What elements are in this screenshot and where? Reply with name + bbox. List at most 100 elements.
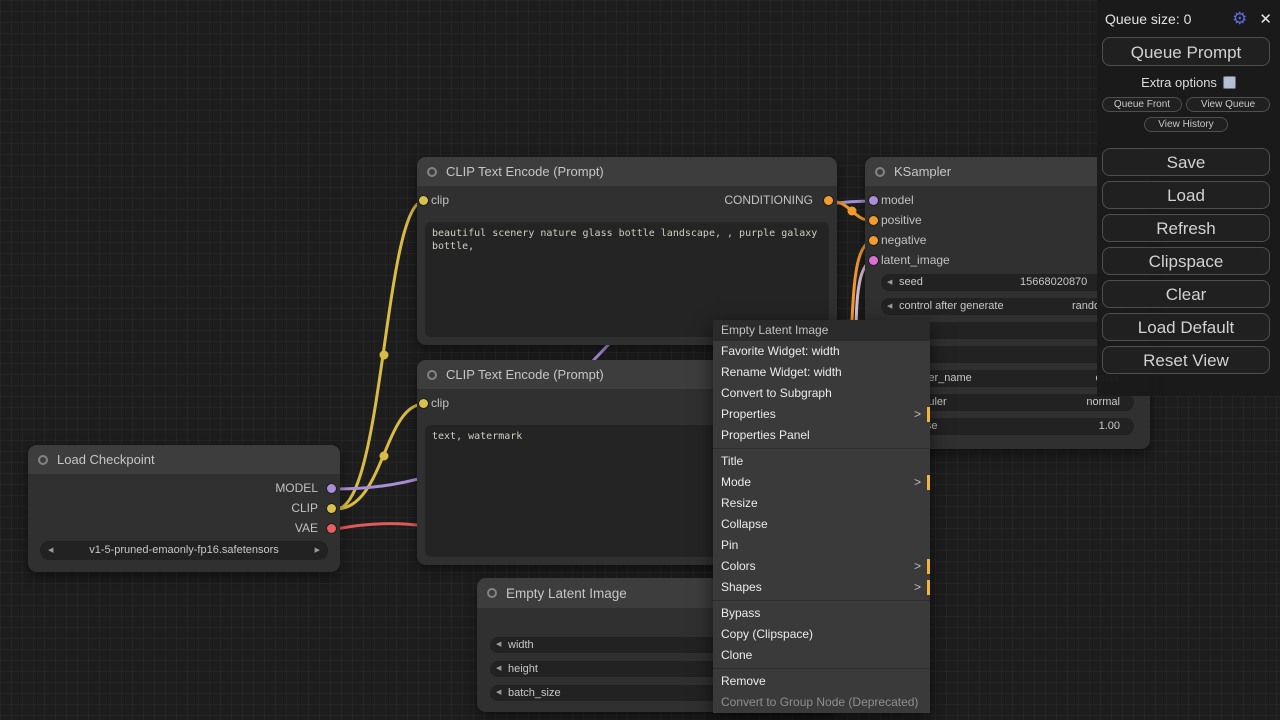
submenu-indicator — [927, 559, 930, 574]
input-slot-latent-image[interactable] — [869, 256, 878, 265]
graph-canvas[interactable]: Load Checkpoint MODEL CLIP VAE ◀ v1-5-pr… — [0, 0, 1280, 720]
menu-item-label: Mode — [721, 475, 751, 489]
clipspace-button[interactable]: Clipspace — [1102, 247, 1270, 275]
context-menu: Empty Latent Image Favorite Widget: widt… — [713, 320, 930, 713]
menu-item-convert-to-group-node[interactable]: Convert to Group Node (Deprecated) — [713, 692, 930, 713]
menu-item-label: Properties — [721, 407, 776, 421]
input-label-model: model — [881, 193, 914, 207]
collapse-dot-icon[interactable] — [427, 370, 437, 380]
menu-item-title[interactable]: Title — [713, 451, 930, 472]
menu-item-bypass[interactable]: Bypass — [713, 603, 930, 624]
output-label-conditioning: CONDITIONING — [724, 193, 813, 207]
node-title-bar[interactable]: Load Checkpoint — [28, 445, 340, 474]
load-button[interactable]: Load — [1102, 181, 1270, 209]
node-title: KSampler — [894, 164, 951, 179]
view-history-button[interactable]: View History — [1144, 117, 1228, 132]
queue-panel: Queue size: 0 ⚙ ✕ Queue Prompt Extra opt… — [1097, 0, 1280, 396]
collapse-dot-icon[interactable] — [427, 167, 437, 177]
menu-item-properties[interactable]: Properties > — [713, 404, 930, 425]
close-panel-icon[interactable]: ✕ — [1259, 10, 1272, 28]
save-button[interactable]: Save — [1102, 148, 1270, 176]
refresh-button[interactable]: Refresh — [1102, 214, 1270, 242]
menu-item-mode[interactable]: Mode > — [713, 472, 930, 493]
widget-value: v1-5-pruned-emaonly-fp16.safetensors — [60, 541, 308, 560]
extra-options-row: Extra options — [1097, 75, 1280, 90]
node-title: CLIP Text Encode (Prompt) — [446, 164, 604, 179]
queue-front-button[interactable]: Queue Front — [1102, 97, 1182, 112]
node-load-checkpoint[interactable]: Load Checkpoint MODEL CLIP VAE ◀ v1-5-pr… — [28, 445, 340, 572]
load-default-button[interactable]: Load Default — [1102, 313, 1270, 341]
reset-view-button[interactable]: Reset View — [1102, 346, 1270, 374]
input-slot-model[interactable] — [869, 196, 878, 205]
output-slot-model[interactable] — [327, 484, 336, 493]
widget-value: 1.00 — [1099, 418, 1120, 435]
menu-item-convert-to-subgraph[interactable]: Convert to Subgraph — [713, 383, 930, 404]
input-slot-clip[interactable] — [419, 196, 428, 205]
collapse-dot-icon[interactable] — [38, 455, 48, 465]
output-slot-clip[interactable] — [327, 504, 336, 513]
output-slot-conditioning[interactable] — [824, 196, 833, 205]
input-slot-positive[interactable] — [869, 216, 878, 225]
menu-item-pin[interactable]: Pin — [713, 535, 930, 556]
collapse-dot-icon[interactable] — [487, 588, 497, 598]
menu-item-collapse[interactable]: Collapse — [713, 514, 930, 535]
output-slot-vae[interactable] — [327, 524, 336, 533]
view-queue-button[interactable]: View Queue — [1186, 97, 1270, 112]
wire-midpoint-dot — [380, 351, 389, 360]
queue-size-label: Queue size: 0 — [1105, 11, 1232, 27]
next-value-icon[interactable]: ▶ — [315, 541, 320, 560]
widget-label: width — [508, 637, 534, 653]
input-slot-negative[interactable] — [869, 236, 878, 245]
wire-midpoint-dot — [848, 207, 857, 216]
menu-item-rename-widget[interactable]: Rename Widget: width — [713, 362, 930, 383]
input-label-positive: positive — [881, 213, 922, 227]
menu-item-favorite-widget[interactable]: Favorite Widget: width — [713, 341, 930, 362]
menu-item-copy-clipspace[interactable]: Copy (Clipspace) — [713, 624, 930, 645]
submenu-arrow-icon: > — [914, 404, 921, 425]
prev-value-icon[interactable]: ◀ — [887, 274, 892, 291]
menu-item-label: Shapes — [721, 580, 762, 594]
menu-item-label: Colors — [721, 559, 756, 573]
submenu-arrow-icon: > — [914, 577, 921, 598]
extra-options-checkbox[interactable] — [1223, 76, 1236, 89]
input-label-clip: clip — [431, 193, 449, 207]
submenu-indicator — [927, 580, 930, 595]
prev-value-icon[interactable]: ◀ — [887, 298, 892, 315]
context-menu-header: Empty Latent Image — [713, 320, 930, 341]
submenu-indicator — [927, 475, 930, 490]
prev-value-icon[interactable]: ◀ — [496, 661, 501, 677]
widget-label: batch_size — [508, 685, 561, 701]
prev-value-icon[interactable]: ◀ — [496, 685, 501, 701]
queue-prompt-button[interactable]: Queue Prompt — [1102, 37, 1270, 66]
node-title: Empty Latent Image — [506, 586, 627, 601]
widget-label: seed — [899, 274, 923, 291]
node-title: CLIP Text Encode (Prompt) — [446, 367, 604, 382]
widget-ckpt-name[interactable]: ◀ v1-5-pruned-emaonly-fp16.safetensors ▶ — [40, 541, 328, 560]
panel-header: Queue size: 0 ⚙ ✕ — [1105, 8, 1272, 30]
input-label-latent-image: latent_image — [881, 253, 950, 267]
menu-item-colors[interactable]: Colors > — [713, 556, 930, 577]
clear-button[interactable]: Clear — [1102, 280, 1270, 308]
settings-gear-icon[interactable]: ⚙ — [1232, 9, 1247, 29]
menu-item-clone[interactable]: Clone — [713, 645, 930, 666]
menu-item-shapes[interactable]: Shapes > — [713, 577, 930, 598]
widget-label: control after generate — [899, 298, 1004, 315]
wire-midpoint-dot — [380, 452, 389, 461]
widget-label: height — [508, 661, 538, 677]
prev-value-icon[interactable]: ◀ — [496, 637, 501, 653]
node-title-bar[interactable]: CLIP Text Encode (Prompt) — [417, 157, 837, 186]
input-label-clip: clip — [431, 396, 449, 410]
menu-item-resize[interactable]: Resize — [713, 493, 930, 514]
widget-value: 15668020870 — [1020, 274, 1087, 291]
input-slot-clip[interactable] — [419, 399, 428, 408]
prev-value-icon[interactable]: ◀ — [48, 541, 53, 560]
collapse-dot-icon[interactable] — [875, 167, 885, 177]
input-label-negative: negative — [881, 233, 926, 247]
output-label-vae: VAE — [295, 521, 318, 535]
node-clip-text-encode-positive[interactable]: CLIP Text Encode (Prompt) clip CONDITION… — [417, 157, 837, 345]
widget-value: normal — [1086, 394, 1120, 411]
menu-item-properties-panel[interactable]: Properties Panel — [713, 425, 930, 446]
menu-item-remove[interactable]: Remove — [713, 671, 930, 692]
output-label-model: MODEL — [275, 481, 318, 495]
submenu-indicator — [927, 407, 930, 422]
